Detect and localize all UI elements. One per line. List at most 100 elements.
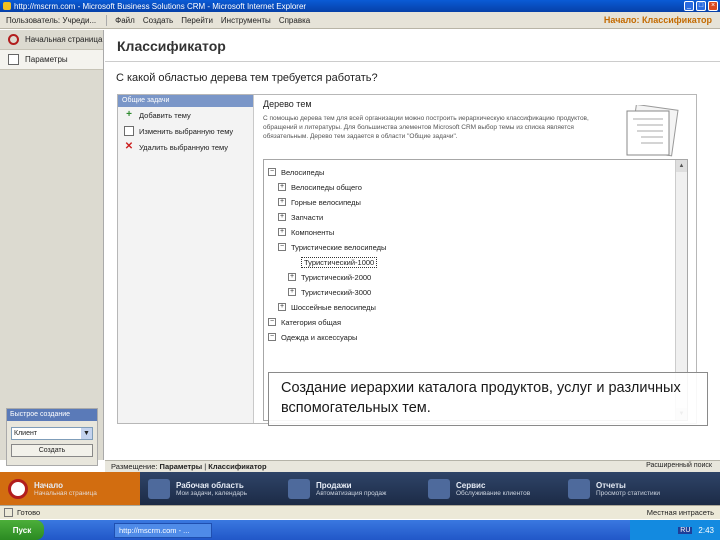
add-icon: + [126,109,132,120]
breadcrumb-current: Классификатор [208,462,267,471]
location-bar: Размещение: Параметры | Классификатор Ра… [105,460,720,472]
system-tray: RU 2:43 [630,520,720,540]
window-titlebar: http://mscrm.com - Microsoft Business So… [0,0,720,12]
tree-node[interactable]: + Туристический-2000 [288,271,371,283]
area-service[interactable]: Сервис Обслуживание клиентов [420,472,560,505]
menu-help[interactable]: Справка [275,16,314,25]
service-icon [428,478,450,499]
document-illustration-icon [626,105,679,157]
tree-node-label: Туристический-2000 [301,272,372,282]
expand-icon[interactable]: + [278,228,286,236]
quick-create-select[interactable]: Клиент ▼ [11,427,93,440]
area-navigation-bar: Начало Начальная страница Рабочая область… [0,472,720,505]
tree-node-label: Одежда и аксессуары [281,332,358,342]
area-reports[interactable]: Отчеты Просмотр статистики [560,472,700,505]
left-navigation: Начальная страница Параметры [0,30,104,460]
start-button[interactable]: Пуск [0,520,44,540]
quick-create-panel: Быстрое создание Клиент ▼ Создать [6,408,98,466]
user-menu[interactable]: Пользователь: Учреди... [0,16,102,25]
page-icon [8,54,19,65]
collapse-icon[interactable]: − [268,168,276,176]
menu-file[interactable]: Файл [111,16,139,25]
common-tasks-panel: Общие задачи + Добавить тему Изменить вы… [118,95,254,423]
clock: 2:43 [698,525,714,535]
area-workplace[interactable]: Рабочая область Мои задачи, календарь [140,472,280,505]
slide-caption: Создание иерархии каталога продуктов, ус… [268,372,708,426]
area-label: Рабочая область [176,480,244,490]
tree-node-label: Туристический-3000 [301,287,372,297]
area-sublabel: Обслуживание клиентов [456,489,531,497]
expand-icon[interactable]: + [288,288,296,296]
status-text: Готово [17,508,41,517]
page-header: Классификатор [105,30,720,62]
breadcrumb-settings[interactable]: Параметры [160,462,203,471]
tree-node[interactable]: + Туристический-3000 [288,286,371,298]
menu-tools[interactable]: Инструменты [217,16,275,25]
expand-icon[interactable]: + [278,198,286,206]
collapse-icon[interactable]: − [268,318,276,326]
minimize-button[interactable]: _ [684,1,694,11]
expand-icon[interactable]: + [278,183,286,191]
area-sublabel: Мои задачи, календарь [176,489,248,497]
tree-title: Дерево тем [263,99,312,109]
tree-node[interactable]: − Одежда и аксессуары [268,331,357,343]
task-label: Добавить тему [139,110,191,120]
os-taskbar: Пуск http://mscrm.com - ... RU 2:43 [0,520,720,540]
add-subject-task[interactable]: + Добавить тему [118,107,253,123]
window-controls: _ □ × [684,1,718,11]
tree-node[interactable]: − Туристические велосипеды [278,241,386,253]
area-sublabel: Начальная страница [34,489,97,497]
taskbar-window-button[interactable]: http://mscrm.com - ... [114,522,212,538]
menu-create[interactable]: Создать [139,16,177,25]
crm-home-icon [8,478,28,499]
tree-node-label: Компоненты [291,227,335,237]
quick-create-select-value: Клиент [14,430,38,437]
tree-node-label: Запчасти [291,212,324,222]
area-label: Начало [34,480,63,490]
workplace-icon [148,478,170,499]
tree-node[interactable]: − Категория общая [268,316,341,328]
nav-item-settings[interactable]: Параметры [0,50,103,70]
task-label: Удалить выбранную тему [139,142,228,152]
nav-item-label: Параметры [25,55,68,64]
tree-node[interactable]: + Шоссейные велосипеды [278,301,376,313]
chevron-down-icon[interactable]: ▼ [81,428,92,439]
maximize-button[interactable]: □ [696,1,706,11]
menu-goto[interactable]: Перейти [177,16,217,25]
collapse-icon[interactable]: − [268,333,276,341]
tree-node-label: Горные велосипеды [291,197,361,207]
expand-icon[interactable]: + [278,213,286,221]
language-indicator[interactable]: RU [678,526,693,534]
tree-node-selected[interactable]: Туристический-1000 [301,256,378,268]
page-status-icon [4,508,13,517]
tree-node-label: Велосипеды общего [291,182,362,192]
home-breadcrumb-link[interactable]: Начало: Классификатор [604,15,712,25]
quick-create-button[interactable]: Создать [11,444,93,457]
window-title: http://mscrm.com - Microsoft Business So… [14,1,307,11]
close-button[interactable]: × [708,1,718,11]
expand-icon[interactable]: + [288,273,296,281]
collapse-icon[interactable]: − [278,243,286,251]
advanced-find-link[interactable]: Расширенный поиск [646,462,712,469]
page-title: Классификатор [117,38,226,54]
location-label: Размещение: [111,462,158,471]
expand-icon[interactable]: + [278,303,286,311]
quick-create-title: Быстрое создание [7,409,97,421]
area-sublabel: Автоматизация продаж [316,489,387,497]
tree-node[interactable]: + Горные велосипеды [278,196,361,208]
area-home[interactable]: Начало Начальная страница [0,472,140,505]
tree-node-label: Шоссейные велосипеды [291,302,376,312]
tree-node[interactable]: + Запчасти [278,211,323,223]
delete-subject-task[interactable]: ✕ Удалить выбранную тему [118,139,253,155]
tree-node[interactable]: + Компоненты [278,226,334,238]
nav-item-home[interactable]: Начальная страница [0,30,103,50]
tree-node[interactable]: + Велосипеды общего [278,181,362,193]
scroll-up-icon[interactable]: ▲ [676,160,687,172]
common-tasks-header: Общие задачи [118,95,253,107]
delete-icon: ✕ [124,141,134,152]
browser-status-bar: Готово Местная интрасеть [0,505,720,519]
tree-node[interactable]: − Велосипеды [268,166,324,178]
edit-subject-task[interactable]: Изменить выбранную тему [118,123,253,139]
area-sales[interactable]: Продажи Автоматизация продаж [280,472,420,505]
menu-bar: Пользователь: Учреди... Файл Создать Пер… [0,12,720,29]
